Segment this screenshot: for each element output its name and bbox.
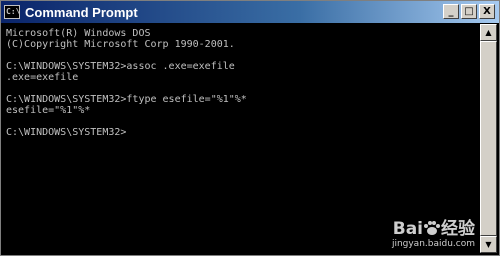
console-line: C:\WINDOWS\SYSTEM32>assoc .exe=exefile: [6, 61, 235, 72]
console-prompt-line: C:\WINDOWS\SYSTEM32>: [6, 127, 127, 138]
console-line: C:\WINDOWS\SYSTEM32>ftype esefile="%1"%*: [6, 94, 247, 105]
baidu-jingyan-watermark: Bai 经验 jingyan.baidu.com: [392, 214, 475, 249]
scroll-up-button[interactable]: ▲: [480, 24, 497, 41]
minimize-button[interactable]: _: [443, 4, 459, 19]
scroll-down-button[interactable]: ▼: [480, 236, 497, 253]
watermark-logo-right: 经验: [441, 219, 475, 239]
window-controls: _ □ X: [443, 4, 495, 19]
watermark-url: jingyan.baidu.com: [391, 239, 475, 249]
console-line: (C)Copyright Microsoft Corp 1990-2001.: [6, 39, 235, 50]
title-bar[interactable]: C:\ Command Prompt _ □ X: [1, 1, 499, 23]
window-title: Command Prompt: [25, 4, 138, 20]
maximize-button[interactable]: □: [461, 4, 477, 19]
paw-icon: [424, 221, 440, 235]
scrollbar-thumb[interactable]: [480, 41, 497, 236]
vertical-scrollbar[interactable]: ▲ ▼: [480, 24, 497, 253]
close-button[interactable]: X: [479, 4, 495, 19]
console-line: .exe=exefile: [6, 72, 79, 83]
watermark-logo-left: Bai: [392, 219, 423, 239]
watermark-logo: Bai 经验: [392, 214, 475, 239]
command-prompt-window: C:\ Command Prompt _ □ X Microsoft(R) Wi…: [0, 0, 500, 256]
console-line: esefile="%1"%*: [6, 105, 91, 116]
console-line: Microsoft(R) Windows DOS: [6, 28, 151, 39]
cmd-icon[interactable]: C:\: [4, 5, 20, 19]
